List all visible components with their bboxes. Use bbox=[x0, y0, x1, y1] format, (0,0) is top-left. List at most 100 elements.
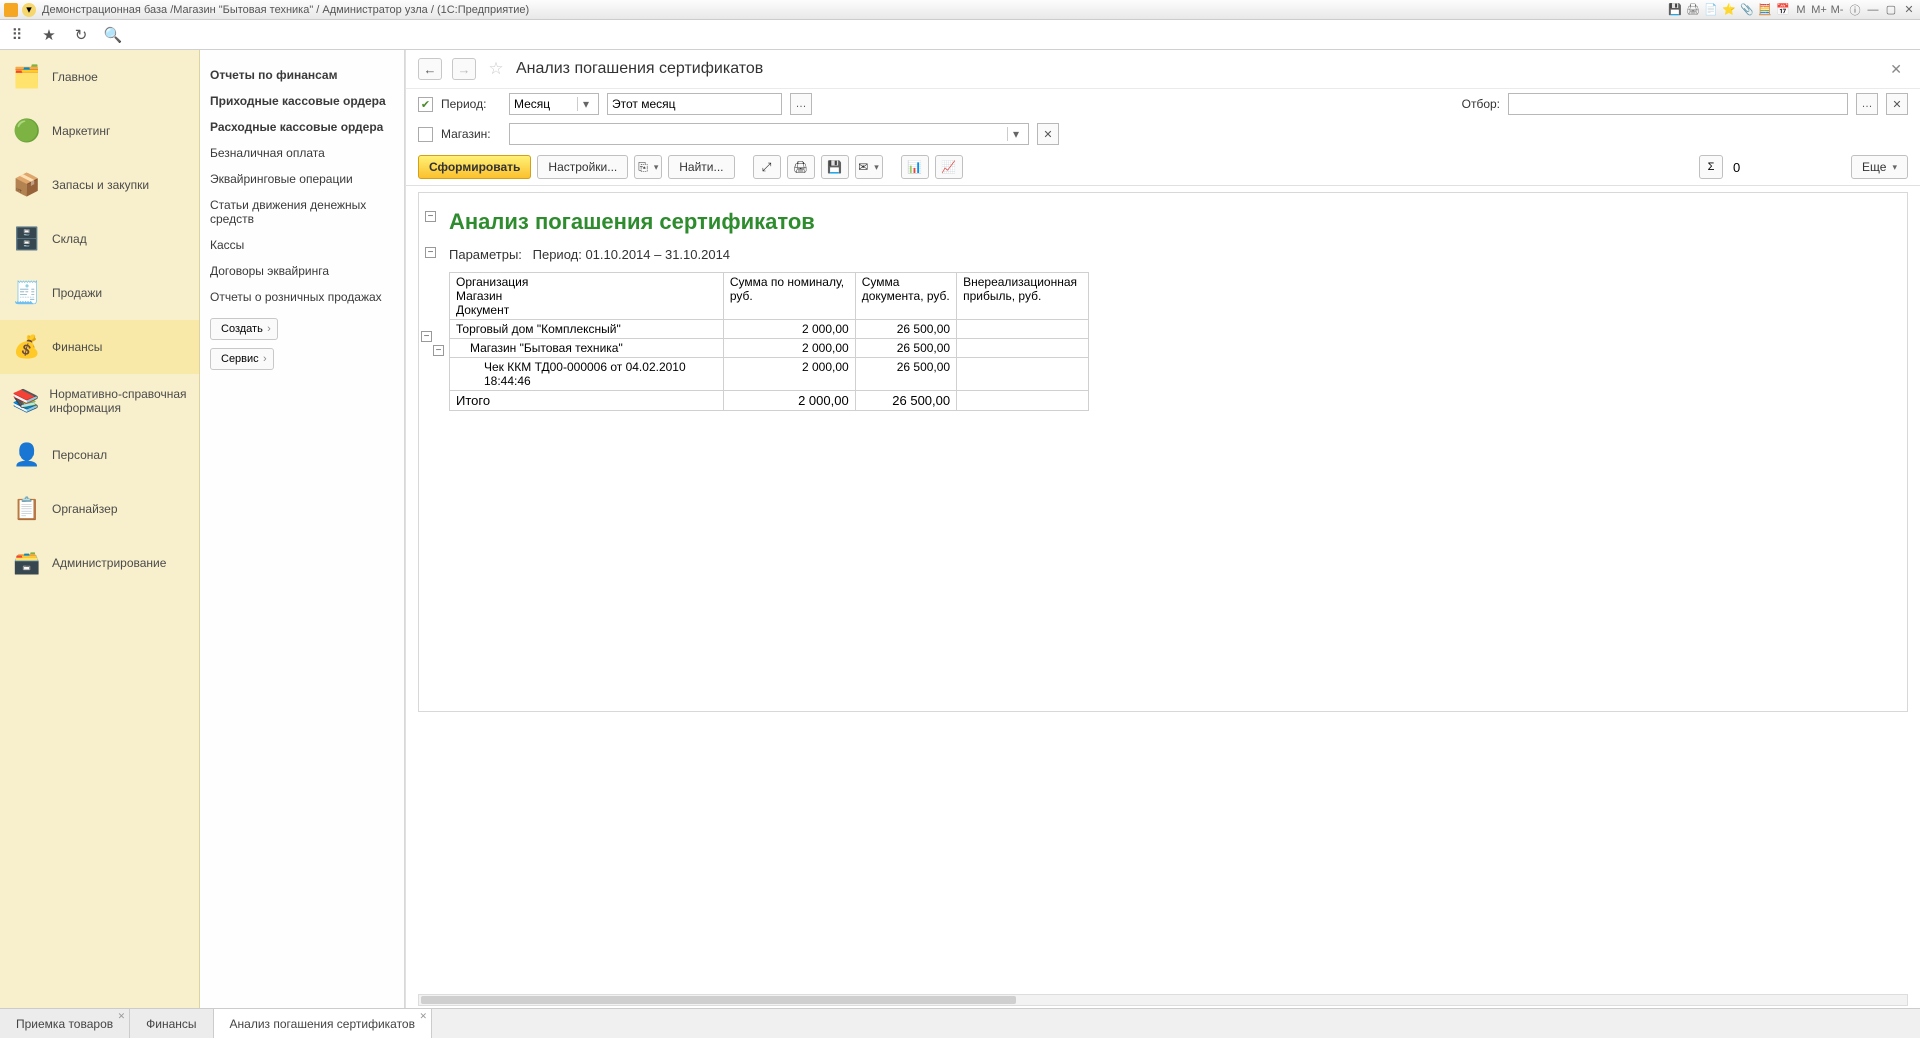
sum-button[interactable]: Σ bbox=[1699, 155, 1723, 179]
chart-button[interactable]: 📊 bbox=[901, 155, 929, 179]
selection-combo[interactable] bbox=[1508, 93, 1848, 115]
tb-icon-info[interactable]: ⓘ bbox=[1848, 3, 1862, 17]
selection-clear-button[interactable]: ✕ bbox=[1886, 93, 1908, 115]
chevron-down-icon: ▾ bbox=[577, 97, 594, 111]
refs-icon: 📚 bbox=[12, 386, 39, 416]
content-area: ← → ☆ Анализ погашения сертификатов ✕ Пе… bbox=[405, 50, 1920, 1008]
window-maximize-icon[interactable]: ▢ bbox=[1884, 3, 1898, 17]
save-button[interactable]: 💾 bbox=[821, 155, 849, 179]
collapse-handle[interactable]: − bbox=[425, 211, 436, 222]
nav-forward-button[interactable]: → bbox=[452, 58, 476, 80]
horizontal-scrollbar[interactable] bbox=[418, 994, 1908, 1006]
close-page-icon[interactable]: ✕ bbox=[1884, 61, 1908, 78]
window-titlebar: ▾ Демонстрационная база /Магазин "Бытова… bbox=[0, 0, 1920, 20]
submenu-retail-reports[interactable]: Отчеты о розничных продажах bbox=[210, 284, 394, 310]
variant-button[interactable]: ⎘▾ bbox=[634, 155, 662, 179]
search-icon[interactable]: 🔍 bbox=[104, 26, 122, 44]
sidebar-label: Финансы bbox=[52, 340, 102, 354]
sidebar-item-sales[interactable]: 🧾 Продажи bbox=[0, 266, 199, 320]
tb-icon-print[interactable]: 🖨 bbox=[1686, 3, 1700, 17]
sidebar-label: Склад bbox=[52, 232, 87, 246]
report-toolbar: Сформировать Настройки... ⎘▾ Найти... ⤢ … bbox=[406, 149, 1920, 186]
more-button[interactable]: Еще▾ bbox=[1851, 155, 1908, 179]
window-close-icon[interactable]: ✕ bbox=[1902, 3, 1916, 17]
tab-finance[interactable]: Финансы bbox=[130, 1009, 213, 1038]
table-row[interactable]: Магазин "Бытовая техника" 2 000,00 26 50… bbox=[450, 339, 1089, 358]
submenu-create-button[interactable]: Создать bbox=[210, 318, 278, 340]
sidebar-item-marketing[interactable]: 🟢Маркетинг bbox=[0, 104, 199, 158]
store-clear-button[interactable]: ✕ bbox=[1037, 123, 1059, 145]
tab-goods-receipt[interactable]: Приемка товаров✕ bbox=[0, 1009, 130, 1038]
hr-icon: 👤 bbox=[12, 440, 42, 470]
app-icon bbox=[4, 3, 18, 17]
filter-row-period: Период: Месяц▾ Этот месяц … Отбор: … ✕ bbox=[406, 89, 1920, 119]
sidebar-item-warehouse[interactable]: 🗄️ Склад bbox=[0, 212, 199, 266]
apps-grid-icon[interactable]: ⠿ bbox=[8, 26, 26, 44]
submenu-noncash[interactable]: Безналичная оплата bbox=[210, 140, 394, 166]
mail-button[interactable]: ✉▾ bbox=[855, 155, 883, 179]
sales-icon: 🧾 bbox=[12, 278, 42, 308]
store-checkbox[interactable] bbox=[418, 127, 433, 142]
table-row[interactable]: Чек ККМ ТД00-000006 от 04.02.2010 18:44:… bbox=[450, 358, 1089, 391]
submenu-cashdesks[interactable]: Кассы bbox=[210, 232, 394, 258]
favorite-star-icon[interactable]: ☆ bbox=[486, 59, 506, 79]
submenu-expense-orders[interactable]: Расходные кассовые ордера bbox=[210, 114, 394, 140]
table-row[interactable]: Торговый дом "Комплексный" 2 000,00 26 5… bbox=[450, 320, 1089, 339]
warehouse-icon: 🗄️ bbox=[12, 224, 42, 254]
settings-button[interactable]: Настройки... bbox=[537, 155, 628, 179]
favorites-icon[interactable]: ★ bbox=[40, 26, 58, 44]
submenu-acquiring-ops[interactable]: Эквайринговые операции bbox=[210, 166, 394, 192]
collapse-handle[interactable]: − bbox=[421, 331, 432, 342]
expand-button[interactable]: ⤢ bbox=[753, 155, 781, 179]
report-params: Параметры: Период: 01.10.2014 – 31.10.20… bbox=[449, 247, 1891, 262]
period-picker-button[interactable]: … bbox=[790, 93, 812, 115]
mem-mplus[interactable]: M+ bbox=[1812, 3, 1826, 17]
print-button[interactable]: 🖨 bbox=[787, 155, 815, 179]
period-value-combo[interactable]: Этот месяц bbox=[607, 93, 782, 115]
period-type-combo[interactable]: Месяц▾ bbox=[509, 93, 599, 115]
sidebar-label: Продажи bbox=[52, 286, 102, 300]
chart2-button[interactable]: 📈 bbox=[935, 155, 963, 179]
sidebar-item-stock[interactable]: 📦Запасы и закупки bbox=[0, 158, 199, 212]
sidebar-item-main[interactable]: 🗂️Главное bbox=[0, 50, 199, 104]
organizer-icon: 📋 bbox=[12, 494, 42, 524]
tb-icon-calc[interactable]: 🧮 bbox=[1758, 3, 1772, 17]
tb-icon-cal[interactable]: 📅 bbox=[1776, 3, 1790, 17]
top-toolbar: ⠿ ★ ↻ 🔍 bbox=[0, 20, 1920, 50]
history-icon[interactable]: ↻ bbox=[72, 26, 90, 44]
store-combo[interactable]: ▾ bbox=[509, 123, 1029, 145]
app-menu-icon[interactable]: ▾ bbox=[22, 3, 36, 17]
collapse-handle[interactable]: − bbox=[433, 345, 444, 356]
tb-icon-save[interactable]: 💾 bbox=[1668, 3, 1682, 17]
mem-mminus[interactable]: M- bbox=[1830, 3, 1844, 17]
tb-icon-fav[interactable]: ⭐ bbox=[1722, 3, 1736, 17]
period-checkbox[interactable] bbox=[418, 97, 433, 112]
find-button[interactable]: Найти... bbox=[668, 155, 734, 179]
sidebar-item-organizer[interactable]: 📋Органайзер bbox=[0, 482, 199, 536]
report-viewport[interactable]: − Анализ погашения сертификатов − Параме… bbox=[406, 186, 1920, 1008]
submenu-service-button[interactable]: Сервис bbox=[210, 348, 274, 370]
content-header: ← → ☆ Анализ погашения сертификатов ✕ bbox=[406, 50, 1920, 89]
window-minimize-icon[interactable]: — bbox=[1866, 3, 1880, 17]
submenu-acquiring-contracts[interactable]: Договоры эквайринга bbox=[210, 258, 394, 284]
mem-m[interactable]: M bbox=[1794, 3, 1808, 17]
selection-more-button[interactable]: … bbox=[1856, 93, 1878, 115]
tb-icon-doc[interactable]: 📄 bbox=[1704, 3, 1718, 17]
submenu-reports[interactable]: Отчеты по финансам bbox=[210, 62, 394, 88]
sidebar-item-hr[interactable]: 👤Персонал bbox=[0, 428, 199, 482]
submenu-income-orders[interactable]: Приходные кассовые ордера bbox=[210, 88, 394, 114]
close-icon[interactable]: ✕ bbox=[419, 1011, 427, 1022]
tb-icon-clip[interactable]: 📎 bbox=[1740, 3, 1754, 17]
nav-back-button[interactable]: ← bbox=[418, 58, 442, 80]
sidebar-item-refs[interactable]: 📚Нормативно-справочная информация bbox=[0, 374, 199, 428]
close-icon[interactable]: ✕ bbox=[118, 1011, 126, 1022]
table-header-row: Организация Магазин Документ Сумма по но… bbox=[450, 273, 1089, 320]
generate-button[interactable]: Сформировать bbox=[418, 155, 531, 179]
tab-cert-report[interactable]: Анализ погашения сертификатов✕ bbox=[214, 1009, 432, 1038]
sidebar-item-admin[interactable]: 🗃️Администрирование bbox=[0, 536, 199, 590]
collapse-handle[interactable]: − bbox=[425, 247, 436, 258]
report-title: Анализ погашения сертификатов bbox=[449, 209, 1891, 235]
sidebar-item-finance[interactable]: 💰Финансы bbox=[0, 320, 199, 374]
submenu-cashflow-items[interactable]: Статьи движения денежных средств bbox=[210, 192, 394, 232]
admin-icon: 🗃️ bbox=[12, 548, 42, 578]
